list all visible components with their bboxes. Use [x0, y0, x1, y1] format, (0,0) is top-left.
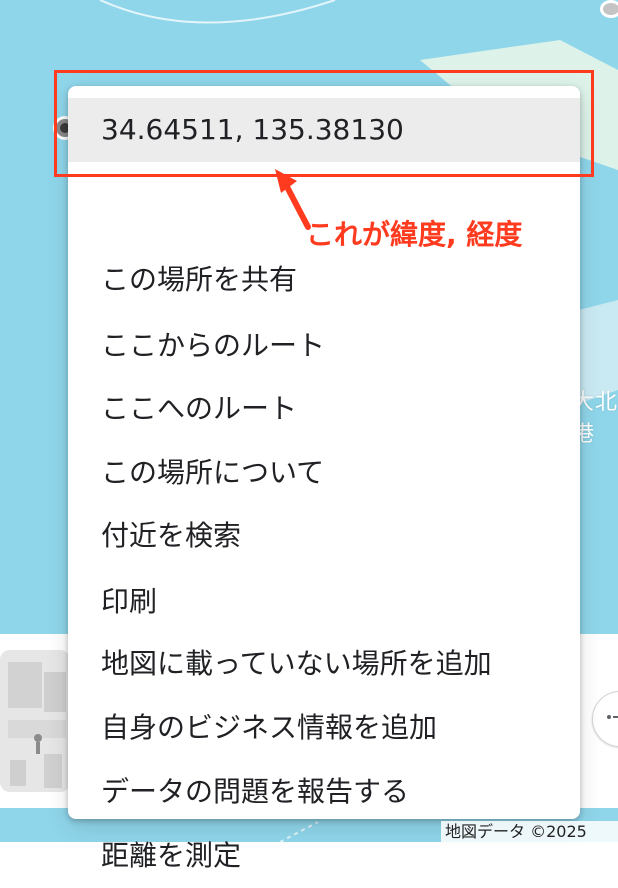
menu-item-add-missing-place[interactable]: 地図に載っていない場所を追加	[68, 632, 580, 696]
menu-item-search-nearby[interactable]: 付近を検索	[68, 504, 580, 568]
thumbnail-illustration	[0, 650, 70, 792]
menu-item-route-to-here[interactable]: ここへのルート	[68, 377, 580, 441]
control-icon	[607, 715, 618, 719]
coordinates-menu-item[interactable]: 34.64511, 135.38130	[68, 98, 580, 162]
place-photo-thumbnail[interactable]	[0, 650, 70, 792]
menu-item-print[interactable]: 印刷	[68, 570, 580, 634]
map-road-curve	[99, 0, 336, 24]
menu-item-route-from-here[interactable]: ここからのルート	[68, 314, 580, 378]
annotation-label: これが緯度, 経度	[306, 218, 523, 251]
map-attribution[interactable]: 地図データ ©2025	[441, 821, 618, 842]
menu-item-report-data-problem[interactable]: データの問題を報告する	[68, 760, 580, 824]
menu-item-about-place[interactable]: この場所について	[68, 441, 580, 505]
menu-item-share-place[interactable]: この場所を共有	[68, 248, 580, 312]
map-context-menu: 34.64511, 135.38130 この場所を共有 ここからのルート ここへ…	[68, 86, 580, 872]
map-pin-icon	[600, 0, 618, 18]
menu-item-add-business[interactable]: 自身のビジネス情報を追加	[68, 696, 580, 760]
